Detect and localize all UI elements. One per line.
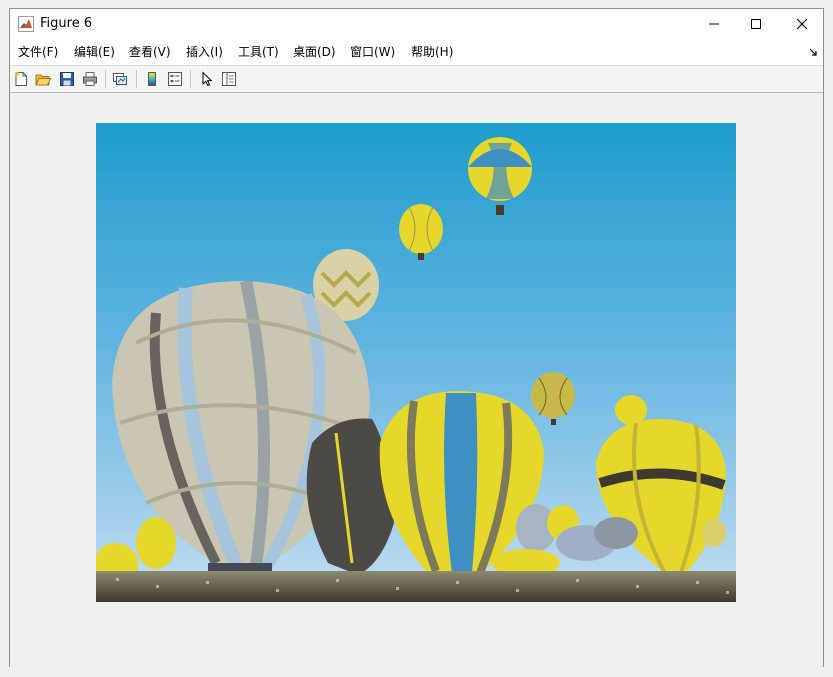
maximize-button[interactable] bbox=[733, 9, 779, 39]
menu-insert[interactable]: 插入(I) bbox=[186, 45, 223, 59]
crowd-ground bbox=[96, 571, 736, 602]
colorbar-button[interactable] bbox=[143, 70, 161, 88]
link-plot-button[interactable] bbox=[111, 70, 129, 88]
menu-edit[interactable]: 编辑(E) bbox=[74, 45, 115, 59]
menu-tools[interactable]: 工具(T) bbox=[238, 45, 279, 59]
minimize-button[interactable] bbox=[691, 9, 737, 39]
menu-file[interactable]: 文件(F) bbox=[18, 45, 58, 59]
new-figure-icon bbox=[15, 72, 27, 86]
save-icon bbox=[60, 72, 74, 86]
undock-arrow-icon[interactable] bbox=[809, 47, 819, 57]
figure-window: Figure 6 文件(F) 编辑(E) 查看(V) 插入(I) 工具(T) 桌… bbox=[9, 8, 824, 667]
print-button[interactable] bbox=[81, 70, 99, 88]
toolbar-separator bbox=[136, 70, 137, 88]
edit-plot-button[interactable] bbox=[198, 70, 216, 88]
colorbar-icon bbox=[148, 72, 156, 86]
new-figure-button[interactable] bbox=[12, 70, 30, 88]
toolbar-separator bbox=[105, 70, 106, 88]
menu-desktop[interactable]: 桌面(D) bbox=[293, 45, 336, 59]
title-bar[interactable]: Figure 6 bbox=[10, 9, 823, 39]
close-icon bbox=[796, 18, 808, 30]
maximize-icon bbox=[751, 19, 761, 29]
close-button[interactable] bbox=[779, 9, 825, 39]
menu-help[interactable]: 帮助(H) bbox=[411, 45, 453, 59]
toolbar-separator bbox=[190, 70, 191, 88]
save-button[interactable] bbox=[58, 70, 76, 88]
figure-canvas[interactable] bbox=[10, 93, 823, 667]
property-inspector-button[interactable] bbox=[220, 70, 238, 88]
window-title: Figure 6 bbox=[40, 16, 93, 31]
figure-toolbar bbox=[10, 66, 823, 93]
balloon-tiny-right bbox=[615, 395, 647, 425]
minimize-icon bbox=[709, 23, 719, 25]
legend-button[interactable] bbox=[166, 70, 184, 88]
menu-window[interactable]: 窗口(W) bbox=[350, 45, 395, 59]
menu-view[interactable]: 查看(V) bbox=[129, 45, 171, 59]
property-inspector-icon bbox=[222, 72, 236, 86]
matlab-icon bbox=[18, 16, 34, 32]
legend-icon bbox=[168, 72, 182, 86]
print-icon bbox=[83, 72, 97, 86]
open-file-button[interactable] bbox=[34, 70, 52, 88]
menu-bar: 文件(F) 编辑(E) 查看(V) 插入(I) 工具(T) 桌面(D) 窗口(W… bbox=[10, 39, 823, 66]
balloon-photo[interactable] bbox=[96, 123, 736, 602]
open-file-icon bbox=[35, 74, 51, 86]
link-plot-icon bbox=[113, 73, 127, 85]
edit-plot-pointer-icon bbox=[202, 71, 213, 87]
